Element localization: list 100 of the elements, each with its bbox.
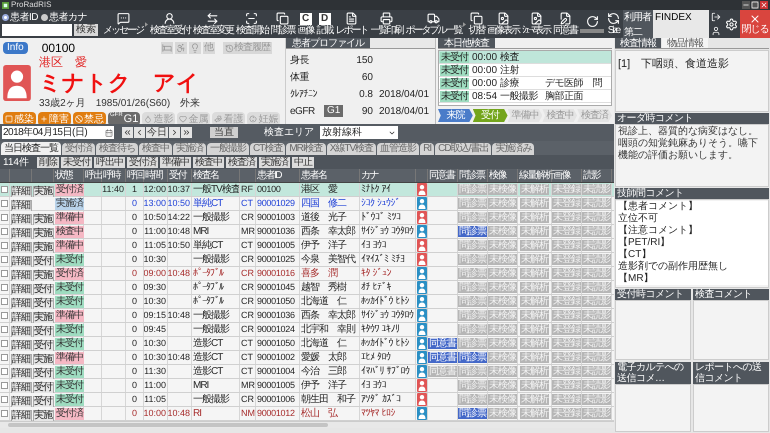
toolbar-button[interactable]: 画像表示 — [486, 10, 520, 38]
action-button[interactable]: 受付 — [32, 382, 54, 394]
action-button[interactable]: 受付 — [32, 298, 54, 310]
toolbar-button[interactable]: 検査室受付 — [148, 10, 191, 38]
column-header[interactable]: 患者名 — [300, 169, 360, 182]
table-row[interactable]: 詳細 受付 未受付 0 09:45 一般撮影 CR 90001024 北宇和 幸則 ｷﾀｳﾜ ﾕｷﾉﾘ 問診票 未検像 未解析 未登録 未読影 — [0, 323, 614, 337]
table-row[interactable]: 詳細 受付 未受付 0 10:30 造影CT CT 90001050 北海道 仁 ﾎｯｶｲﾄﾞｳ ﾋﾄｼ 同意書 問診票 未検像 未解析 未登録 未読影 — [0, 337, 614, 351]
search-mode-radio[interactable]: 患者ID — [2, 12, 38, 23]
search-mode-radio[interactable]: 患者カナ — [41, 12, 87, 23]
filter-button[interactable]: 未受付 — [60, 156, 92, 168]
filter-button[interactable]: 準備中 — [160, 156, 191, 168]
toolbar-button[interactable]: ｼｪｰﾏ表示 — [521, 10, 552, 38]
table-row[interactable]: 詳細 実施 準備中 0 11:05 10:50 単純CT CT 90001005 伊予 洋子 ｲﾖ ﾖｳｺ 問診票 未検像 未解析 未登録 未読影 — [0, 239, 614, 253]
row-checkbox[interactable] — [1, 410, 8, 417]
table-row[interactable]: 詳細 受付 未受付 0 10:30 一般撮影 CR 90001025 今泉 美智代 ｲﾏｲｽﾞﾐ ﾐﾁﾖ 問診票 未検像 未解析 未登録 未読影 — [0, 253, 614, 267]
table-row[interactable]: 詳細 受付 未受付 0 09:30 ﾎﾟｰﾀﾌﾞﾙ CR 90001045 越智 秀樹 ｵﾁ ﾋﾃﾞｷ 問診票 未検像 未解析 未登録 未読影 — [0, 281, 614, 295]
tab[interactable]: RI — [420, 143, 434, 155]
search-field[interactable] — [2, 24, 72, 36]
table-row[interactable]: 詳細 実施 準備中 0 10:30 10:48 造影CT CT 90001002 愛媛 太郎 ｴﾋﾒ ﾀﾛｳ 同意書 問診票 未検像 未解析 未登録 未読影 — [0, 351, 614, 365]
detail-button[interactable]: 詳細 — [10, 298, 32, 310]
duty-button[interactable]: 当直 — [210, 127, 238, 138]
table-row[interactable]: 詳細 実施 準備中 0 09:15 10:48 一般撮影 CR 90001036 西条 幸太郎 ｻｲｼﾞｮｳ ｺｳﾀﾛｳ 問診票 未検像 未解析 未登録 未読影 — [0, 309, 614, 323]
column-header[interactable]: 問診票 — [458, 169, 488, 182]
tab[interactable]: 検査待ち — [96, 143, 138, 155]
action-button[interactable]: 実施 — [32, 214, 54, 226]
document-badge[interactable]: 問診票 — [458, 408, 487, 419]
exam-row[interactable]: 未受付 08:54 一般撮影 胸部正面 — [439, 90, 611, 103]
column-header[interactable]: 検査名 — [192, 169, 240, 182]
tab[interactable]: 実施済み — [492, 143, 534, 155]
detail-button[interactable]: 詳細 — [10, 340, 32, 352]
document-badge[interactable]: 同意書 — [428, 352, 457, 363]
filter-button[interactable]: 検査中 — [192, 156, 224, 168]
action-button[interactable]: 実施 — [32, 242, 54, 254]
row-checkbox[interactable] — [1, 382, 8, 389]
toolbar-button[interactable]: 一覧印刷 — [369, 10, 404, 38]
column-header[interactable]: 呼時 — [102, 169, 126, 182]
tab[interactable]: 当日検査一覧 — [1, 142, 61, 155]
row-checkbox[interactable] — [1, 340, 8, 347]
user-icon[interactable] — [711, 26, 721, 36]
comment-box[interactable] — [693, 384, 769, 432]
tab[interactable]: 検査中 — [139, 143, 172, 155]
detail-button[interactable]: 詳細 — [10, 256, 32, 268]
row-checkbox[interactable] — [1, 242, 8, 249]
column-header[interactable]: 状態 — [54, 169, 84, 182]
tab[interactable]: 受付済 — [62, 143, 95, 155]
filter-button[interactable]: 呼出中 — [94, 156, 125, 168]
toolbar-button[interactable]: レポート — [334, 10, 368, 38]
search-button[interactable]: 検索 — [74, 24, 98, 36]
toolbar-button[interactable]: 検査室変更 — [192, 10, 234, 38]
filter-button[interactable]: 削除 — [36, 156, 59, 168]
action-button[interactable]: 受付 — [32, 326, 54, 338]
row-checkbox[interactable] — [1, 396, 8, 403]
detail-button[interactable]: 詳細 — [10, 270, 32, 282]
minimize-icon[interactable] — [742, 1, 750, 9]
toolbar-button[interactable]: 問診票 — [270, 10, 296, 38]
action-button[interactable]: 実施 — [32, 186, 54, 198]
table-row[interactable]: 詳細 受付 未受付 0 10:30 ﾎﾟｰﾀﾌﾞﾙ CR 90001050 北海道 仁 ﾎｯｶｲﾄﾞｳ ﾋﾄｼ 問診票 未検像 未解析 未登録 未読影 — [0, 295, 614, 309]
toolbar-button[interactable]: D 記載 — [316, 10, 334, 38]
table-row[interactable]: 詳細 実施済 0 13:00 10:50 単純CT CT 90001029 四国 修二 ｼｺｸ ｼｭｳｼﾞ 問診票 未検像 未解析 未登録 未読影 — [0, 197, 614, 211]
column-header[interactable]: 同意書 — [428, 169, 458, 182]
detail-button[interactable]: 詳細 — [10, 228, 32, 240]
filter-button[interactable]: 受付済 — [126, 156, 158, 168]
column-header[interactable]: 読影 — [582, 169, 612, 182]
filter-button[interactable]: 検査済 — [226, 156, 257, 168]
comment-box[interactable] — [693, 300, 769, 360]
row-checkbox[interactable] — [1, 354, 8, 361]
next-button[interactable] — [169, 127, 180, 138]
date-field[interactable]: 2018年04月15日(日) — [2, 126, 114, 139]
toolbar-button[interactable]: Size — [606, 10, 621, 38]
row-checkbox[interactable] — [1, 298, 8, 305]
tab[interactable]: MRI検査 — [286, 143, 326, 155]
document-badge[interactable]: 問診票 — [458, 352, 487, 363]
action-button[interactable]: 実施 — [32, 228, 54, 240]
column-header[interactable]: 画像 — [552, 169, 582, 182]
action-button[interactable]: 実施 — [32, 270, 54, 282]
row-checkbox[interactable] — [1, 284, 8, 291]
detail-button[interactable]: 詳細 — [10, 242, 32, 254]
action-button[interactable]: 実施 — [32, 312, 54, 324]
first-button[interactable] — [122, 127, 133, 138]
action-button[interactable]: 受付 — [32, 256, 54, 268]
document-badge[interactable]: 問診票 — [458, 226, 487, 237]
detail-button[interactable]: 詳細 — [10, 410, 32, 422]
last-button[interactable] — [181, 127, 192, 138]
toolbar-button[interactable]: C 画像 — [296, 10, 315, 38]
toolbar-button[interactable]: ポータブル一覧 — [404, 10, 462, 38]
toolbar-button[interactable]: 切替 — [467, 10, 486, 38]
action-button[interactable]: 実施 — [32, 354, 54, 366]
detail-button[interactable]: 詳細 — [10, 312, 32, 324]
table-row[interactable]: 詳細 受付 未受付 0 11:05 一般撮影 CR 90001006 朝生田 和子 ｱｿﾀﾞ ｶｽﾞｺ 問診票 未検像 未解析 未登録 未読影 — [0, 393, 614, 407]
detail-button[interactable]: 詳細 — [10, 186, 32, 198]
table-row[interactable]: 詳細 実施 準備中 0 10:50 14:22 一般撮影 CR 90001003 道後 光子 ﾄﾞｳｺﾞ ﾐﾂｺ 問診票 未検像 未解析 未登録 未読影 — [0, 211, 614, 225]
column-header[interactable]: 時間 — [144, 169, 168, 182]
toolbar-button[interactable]: 検査開始 — [234, 10, 269, 38]
filter-button[interactable]: 中止 — [292, 156, 314, 168]
tab[interactable]: 物品情報 — [662, 38, 708, 48]
maximize-icon[interactable] — [751, 1, 759, 9]
comment-box[interactable]: 【患者コメント】 立位不可 【注意コメント】 【PET/RI】 【CT】 造影剤での副作用歴無し 【MR】 — [615, 199, 769, 288]
exam-row[interactable]: 未受付 00:00 検査 — [439, 51, 611, 64]
table-row[interactable]: 詳細 実施 受付済 0 09:00 10:48 ﾎﾟｰﾀﾌﾞﾙ CR 90001016 喜多 潤 ｷﾀ ｼﾞｭﾝ 問診票 未検像 未解析 未登録 未読影 — [0, 267, 614, 281]
detail-button[interactable]: 詳細 — [10, 382, 32, 394]
